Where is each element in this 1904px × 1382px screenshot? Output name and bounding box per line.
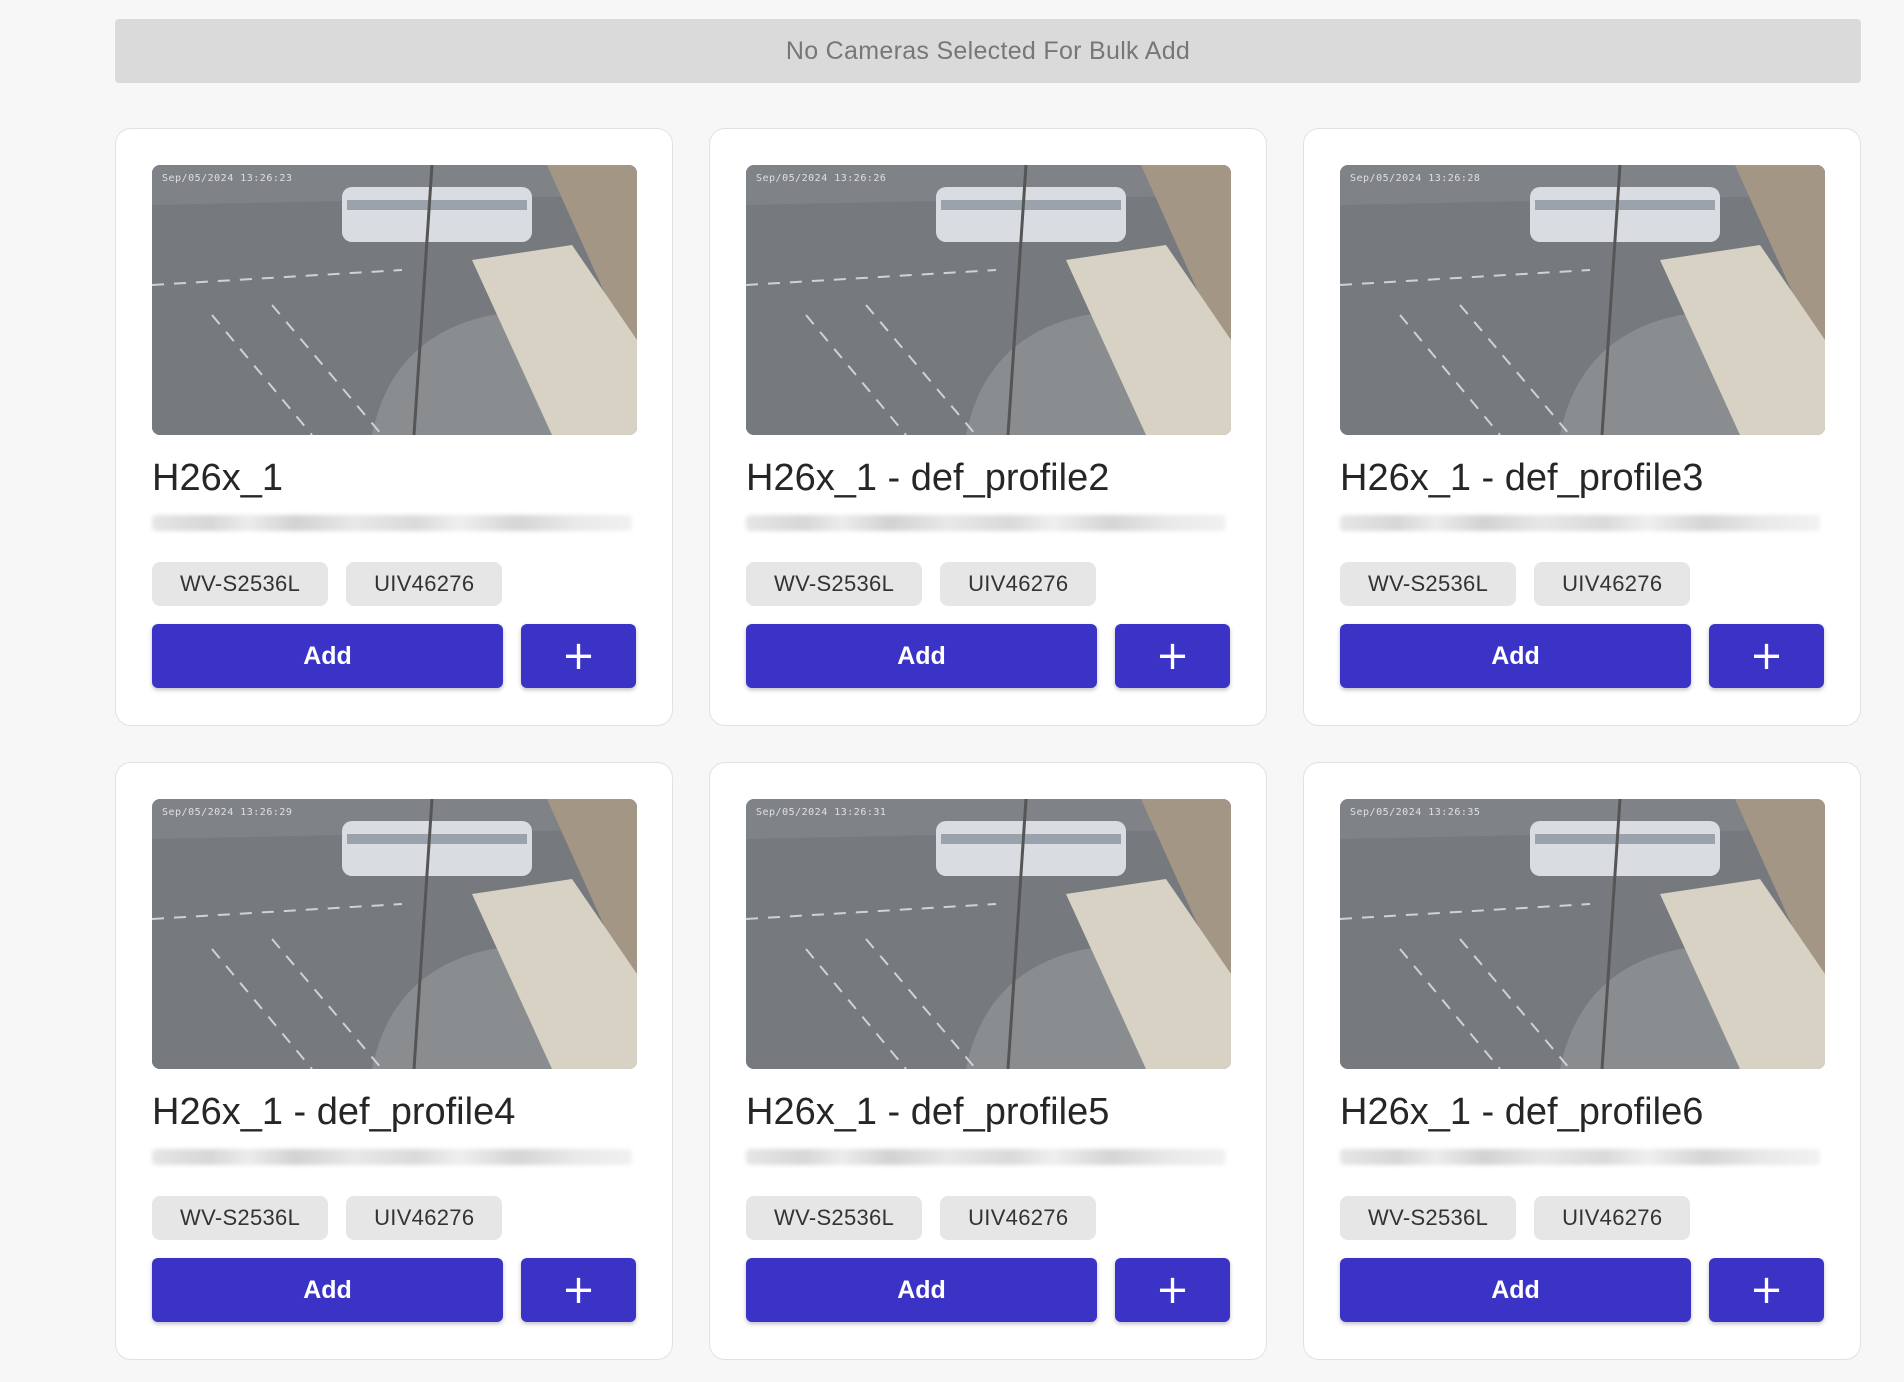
plus-icon: + — [1749, 1267, 1784, 1313]
camera-snapshot-image — [746, 165, 1231, 435]
camera-tags: WV-S2536L UIV46276 — [746, 1196, 1097, 1240]
select-for-bulk-button[interactable]: + — [1115, 624, 1230, 688]
model-chip: WV-S2536L — [746, 1196, 923, 1240]
camera-snapshot: Sep/05/2024 13:26:26 — [746, 165, 1231, 435]
camera-snapshot-image — [746, 799, 1231, 1069]
serial-chip: UIV46276 — [1534, 562, 1691, 606]
select-for-bulk-button[interactable]: + — [1115, 1258, 1230, 1322]
plus-icon: + — [1155, 633, 1190, 679]
camera-title: H26x_1 - def_profile4 — [152, 1091, 516, 1133]
camera-card: Sep/05/2024 13:26:28 H26x_1 - def_profil… — [1303, 128, 1861, 726]
camera-actions: Add + — [1340, 1258, 1824, 1322]
add-button[interactable]: Add — [1340, 624, 1691, 688]
redacted-address — [746, 515, 1226, 531]
camera-snapshot-image — [1340, 799, 1825, 1069]
camera-card: Sep/05/2024 13:26:35 H26x_1 - def_profil… — [1303, 762, 1861, 1360]
serial-chip: UIV46276 — [346, 562, 503, 606]
model-chip: WV-S2536L — [746, 562, 923, 606]
snapshot-timestamp: Sep/05/2024 13:26:23 — [162, 173, 293, 184]
camera-snapshot-image — [152, 165, 637, 435]
add-button[interactable]: Add — [152, 624, 503, 688]
snapshot-timestamp: Sep/05/2024 13:26:28 — [1350, 173, 1481, 184]
camera-tags: WV-S2536L UIV46276 — [1340, 562, 1691, 606]
serial-chip: UIV46276 — [1534, 1196, 1691, 1240]
camera-title: H26x_1 - def_profile6 — [1340, 1091, 1704, 1133]
serial-chip: UIV46276 — [940, 562, 1097, 606]
plus-icon: + — [561, 633, 596, 679]
redacted-address — [746, 1149, 1226, 1165]
camera-tags: WV-S2536L UIV46276 — [152, 562, 503, 606]
select-for-bulk-button[interactable]: + — [1709, 1258, 1824, 1322]
select-for-bulk-button[interactable]: + — [521, 1258, 636, 1322]
redacted-address — [152, 515, 632, 531]
camera-title: H26x_1 - def_profile5 — [746, 1091, 1110, 1133]
camera-snapshot-image — [1340, 165, 1825, 435]
model-chip: WV-S2536L — [152, 562, 329, 606]
serial-chip: UIV46276 — [940, 1196, 1097, 1240]
snapshot-timestamp: Sep/05/2024 13:26:26 — [756, 173, 887, 184]
redacted-address — [152, 1149, 632, 1165]
camera-title: H26x_1 — [152, 457, 283, 499]
camera-actions: Add + — [746, 624, 1230, 688]
redacted-address — [1340, 1149, 1820, 1165]
camera-snapshot: Sep/05/2024 13:26:23 — [152, 165, 637, 435]
camera-card: Sep/05/2024 13:26:26 H26x_1 - def_profil… — [709, 128, 1267, 726]
camera-actions: Add + — [152, 624, 636, 688]
select-for-bulk-button[interactable]: + — [1709, 624, 1824, 688]
serial-chip: UIV46276 — [346, 1196, 503, 1240]
camera-card: Sep/05/2024 13:26:29 H26x_1 - def_profil… — [115, 762, 673, 1360]
model-chip: WV-S2536L — [1340, 1196, 1517, 1240]
camera-tags: WV-S2536L UIV46276 — [1340, 1196, 1691, 1240]
plus-icon: + — [561, 1267, 596, 1313]
plus-icon: + — [1749, 633, 1784, 679]
add-button[interactable]: Add — [1340, 1258, 1691, 1322]
redacted-address — [1340, 515, 1820, 531]
snapshot-timestamp: Sep/05/2024 13:26:35 — [1350, 807, 1481, 818]
add-button[interactable]: Add — [746, 1258, 1097, 1322]
camera-snapshot: Sep/05/2024 13:26:29 — [152, 799, 637, 1069]
camera-title: H26x_1 - def_profile2 — [746, 457, 1110, 499]
camera-actions: Add + — [152, 1258, 636, 1322]
bulk-add-status-bar: No Cameras Selected For Bulk Add — [115, 19, 1861, 83]
camera-snapshot-image — [152, 799, 637, 1069]
camera-tags: WV-S2536L UIV46276 — [152, 1196, 503, 1240]
camera-snapshot: Sep/05/2024 13:26:28 — [1340, 165, 1825, 435]
plus-icon: + — [1155, 1267, 1190, 1313]
select-for-bulk-button[interactable]: + — [521, 624, 636, 688]
add-button[interactable]: Add — [746, 624, 1097, 688]
snapshot-timestamp: Sep/05/2024 13:26:31 — [756, 807, 887, 818]
camera-tags: WV-S2536L UIV46276 — [746, 562, 1097, 606]
camera-grid: Sep/05/2024 13:26:23 H26x_1 WV-S2536L UI… — [115, 128, 1861, 1360]
add-button[interactable]: Add — [152, 1258, 503, 1322]
bulk-add-status-text: No Cameras Selected For Bulk Add — [785, 36, 1191, 65]
camera-snapshot: Sep/05/2024 13:26:31 — [746, 799, 1231, 1069]
camera-card: Sep/05/2024 13:26:31 H26x_1 - def_profil… — [709, 762, 1267, 1360]
camera-title: H26x_1 - def_profile3 — [1340, 457, 1704, 499]
camera-snapshot: Sep/05/2024 13:26:35 — [1340, 799, 1825, 1069]
camera-actions: Add + — [1340, 624, 1824, 688]
snapshot-timestamp: Sep/05/2024 13:26:29 — [162, 807, 293, 818]
camera-actions: Add + — [746, 1258, 1230, 1322]
model-chip: WV-S2536L — [1340, 562, 1517, 606]
model-chip: WV-S2536L — [152, 1196, 329, 1240]
camera-card: Sep/05/2024 13:26:23 H26x_1 WV-S2536L UI… — [115, 128, 673, 726]
